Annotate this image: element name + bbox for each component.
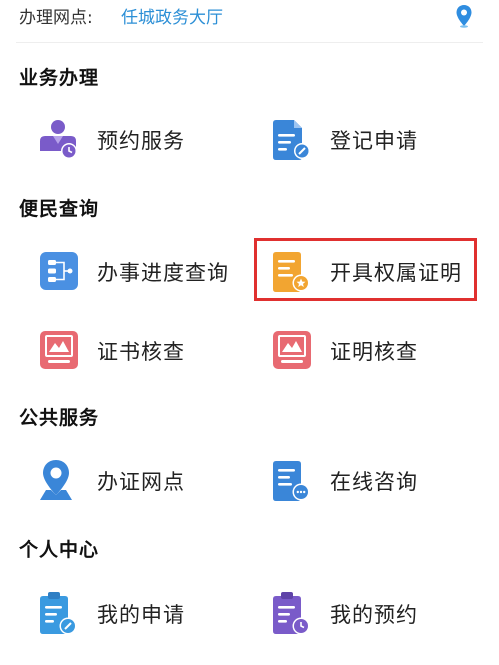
proof-check-icon xyxy=(273,331,311,369)
service-location-label: 办证网点 xyxy=(97,470,185,494)
my-application-label: 我的申请 xyxy=(97,603,185,627)
certificate-check-item[interactable]: 证书核查 xyxy=(37,328,257,384)
location-pin-icon[interactable] xyxy=(455,4,473,28)
section-title-personal: 个人中心 xyxy=(19,539,100,561)
service-location-value[interactable]: 任城政务大厅 xyxy=(121,3,223,28)
online-consult-label: 在线咨询 xyxy=(330,470,418,494)
service-location-icon xyxy=(40,460,72,500)
proof-check-item[interactable]: 证明核查 xyxy=(270,328,490,384)
service-location-label: 办理网点: xyxy=(19,8,93,28)
online-consult-icon xyxy=(273,461,310,501)
section-title-query: 便民查询 xyxy=(19,198,100,220)
header-divider xyxy=(16,42,483,43)
my-application-icon xyxy=(40,592,77,635)
service-location-item[interactable]: 办证网点 xyxy=(37,458,257,514)
proof-check-label: 证明核查 xyxy=(330,340,418,364)
section-title-public: 公共服务 xyxy=(19,407,100,429)
section-title-business: 业务办理 xyxy=(19,67,100,89)
registration-application-label: 登记申请 xyxy=(330,129,418,153)
highlight-box xyxy=(254,238,477,301)
certificate-check-label: 证书核查 xyxy=(97,340,185,364)
appointment-icon xyxy=(40,120,77,159)
progress-query-label: 办事进度查询 xyxy=(97,261,229,285)
registration-application-item[interactable]: 登记申请 xyxy=(270,117,490,173)
certificate-check-icon xyxy=(40,331,78,369)
my-appointment-label: 我的预约 xyxy=(330,603,418,627)
registration-form-icon xyxy=(273,120,310,160)
progress-query-item[interactable]: 办事进度查询 xyxy=(37,249,257,305)
my-appointment-icon xyxy=(273,592,310,635)
my-application-item[interactable]: 我的申请 xyxy=(37,591,257,647)
service-location-bar[interactable]: 办理网点: 任城政务大厅 xyxy=(0,0,499,36)
appointment-service-item[interactable]: 预约服务 xyxy=(37,117,257,173)
online-consult-item[interactable]: 在线咨询 xyxy=(270,458,490,514)
my-appointment-item[interactable]: 我的预约 xyxy=(270,591,490,647)
appointment-service-label: 预约服务 xyxy=(97,129,185,153)
progress-query-icon xyxy=(40,252,78,290)
